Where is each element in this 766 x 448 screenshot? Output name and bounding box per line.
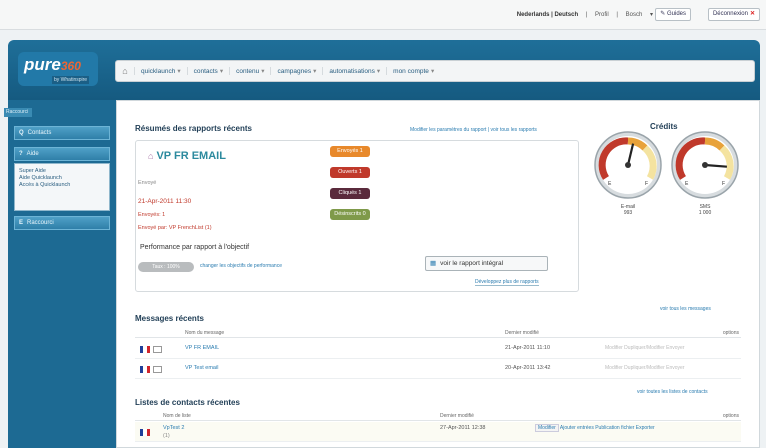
reports-settings-link[interactable]: Modifier les paramètres du rapport | voi… [410, 127, 537, 133]
flag-fr-icon [140, 346, 150, 353]
message-actions[interactable]: Modifier Dupliquer/Modifier Envoyer [605, 345, 684, 351]
table-row[interactable]: VP FR EMAIL 21-Apr-2011 11:10 Modifier D… [135, 339, 741, 359]
contact-list-date: 27-Apr-2011 12:38 [440, 425, 486, 431]
message-actions[interactable]: Modifier Dupliquer/Modifier Envoyer [605, 365, 684, 371]
contacts-col-name: Nom de liste [163, 413, 191, 419]
table-row[interactable]: VpTest 2 (1) 27-Apr-2011 12:38 Modifier … [135, 422, 741, 442]
top-links: Nederlands | Deutsch | Profil | Bosch ▾ [514, 11, 656, 18]
svg-text:F: F [722, 181, 725, 187]
modify-button[interactable]: Modifier [535, 424, 559, 432]
messages-col-options: options [722, 330, 739, 336]
user-menu[interactable]: Bosch [623, 12, 646, 18]
nav-item-mon-compte[interactable]: mon compte ▾ [386, 67, 440, 75]
report-date: 21-Apr-2011 11:30 [138, 198, 192, 205]
report-icon: ▦ [430, 260, 437, 267]
message-name[interactable]: VP FR EMAIL [185, 345, 219, 351]
message-date: 21-Apr-2011 11:10 [505, 345, 551, 351]
report-name[interactable]: ⌂ VP FR EMAIL [148, 150, 226, 162]
search-icon: Q [19, 130, 24, 136]
home-icon[interactable]: ⌂ [116, 66, 134, 76]
brand-logo[interactable]: pure360 by Whatinspire [18, 52, 98, 86]
help-icon: ✎ [660, 11, 666, 17]
report-sent: Envoyés: 1 [138, 212, 166, 218]
nav-item-contacts[interactable]: contacts ▾ [186, 67, 229, 75]
messages-col-date: Dernier modifié [505, 330, 539, 336]
top-bar: Nederlands | Deutsch | Profil | Bosch ▾ … [0, 0, 766, 30]
envelope-icon [153, 346, 162, 353]
envelope-icon [153, 366, 162, 373]
performance-title: Performance par rapport à l'objectif [140, 244, 250, 251]
nav-item-campagnes[interactable]: campagnes ▾ [270, 67, 322, 75]
main-nav: ⌂ quicklaunch ▾ contacts ▾ contenu ▾ campag… [115, 60, 755, 82]
contact-list-name[interactable]: VpTest 2 [163, 425, 184, 431]
logout-button[interactable]: Déconnexion ✕ [707, 8, 760, 21]
performance-pill: Taux : 100% [138, 262, 194, 272]
sidebar-section-label: Raccourci [4, 108, 32, 117]
badge-opened[interactable]: Ouverts 1 [330, 167, 370, 178]
badge-sent[interactable]: Envoyés 1 [330, 146, 370, 157]
contact-list-count: (1) [163, 433, 170, 439]
messages-col-name: Nom du message [185, 330, 225, 336]
contacts-col-options: options [722, 413, 739, 419]
messages-title: Messages récents [135, 314, 204, 323]
logout-label: Déconnexion [712, 11, 748, 17]
guides-label: Guides [666, 11, 686, 17]
help-icon: ? [19, 151, 23, 157]
message-name[interactable]: VP Test email [185, 365, 218, 371]
report-status: Envoyé [138, 180, 157, 186]
badge-clicked[interactable]: Cliqués 1 [330, 188, 370, 199]
gauge-email: E F [594, 131, 662, 199]
contact-list-actions[interactable]: Modifier Ajouter entrées Publication fic… [535, 424, 655, 432]
reports-title: Résumés des rapports récents [135, 124, 252, 133]
gauge-email-label: E-mail 993 [620, 204, 636, 216]
table-row[interactable]: VP Test email 20-Apr-2011 13:42 Modifier… [135, 359, 741, 379]
flag-fr-icon [140, 366, 150, 373]
sidebar-help-button[interactable]: ? Aide [14, 147, 110, 161]
contacts-title: Listes de contacts récentes [135, 398, 240, 407]
report-sender: Envoyé par: VP FrenchList (1) [138, 225, 212, 231]
nav-item-contenu[interactable]: contenu ▾ [229, 67, 270, 75]
performance-link[interactable]: changer les objectifs de performance [200, 263, 282, 269]
messages-view-all-link[interactable]: voir tous les messages [660, 306, 711, 312]
contacts-col-date: Dernier modifié [440, 413, 474, 419]
contacts-view-all-link[interactable]: voir toutes les listes de contacts [637, 389, 708, 395]
messages-table-header: Nom du message Dernier modifié options [135, 330, 741, 338]
contacts-table-header: Nom de liste Dernier modifié options [135, 413, 741, 421]
more-reports-link[interactable]: Développez plus de rapports [475, 279, 539, 286]
nav-item-quicklaunch[interactable]: quicklaunch ▾ [134, 67, 187, 75]
help-link-quicklaunch[interactable]: Aide Quicklaunch [19, 175, 105, 182]
help-link-super[interactable]: Super Aide [19, 168, 105, 175]
badge-unsubscribed[interactable]: Désinscrits 0 [330, 209, 370, 220]
help-link-access[interactable]: Accès à Quicklaunch [19, 182, 105, 189]
guides-button[interactable]: ✎ Guides [655, 8, 691, 21]
sidebar-help-panel: Super Aide Aide Quicklaunch Accès à Quic… [14, 163, 110, 211]
logo-text: pure360 [24, 55, 81, 74]
full-report-button[interactable]: ▦ voir le rapport intégral [425, 256, 548, 271]
profile-link[interactable]: Profil [592, 12, 612, 18]
gauge-sms: E F [671, 131, 739, 199]
svg-text:F: F [645, 181, 648, 187]
sidebar-shortcut-button[interactable]: E Raccourci [14, 216, 110, 230]
flag-fr-icon [140, 429, 150, 436]
lock-icon: ⌂ [148, 151, 154, 161]
language-switch[interactable]: Nederlands | Deutsch [514, 12, 581, 18]
gauge-sms-label: SMS 1 000 [698, 204, 712, 216]
message-date: 20-Apr-2011 13:42 [505, 365, 551, 371]
sidebar-contacts-button[interactable]: Q Contacts [14, 126, 110, 140]
contact-list-action-links[interactable]: Ajouter entrées Publication fichier Expo… [560, 425, 655, 431]
shortcut-icon: E [19, 220, 24, 226]
nav-item-automatisations[interactable]: automatisations ▾ [322, 67, 386, 75]
close-icon: ✕ [749, 11, 755, 17]
logo-subtitle: by Whatinspire [52, 76, 90, 84]
